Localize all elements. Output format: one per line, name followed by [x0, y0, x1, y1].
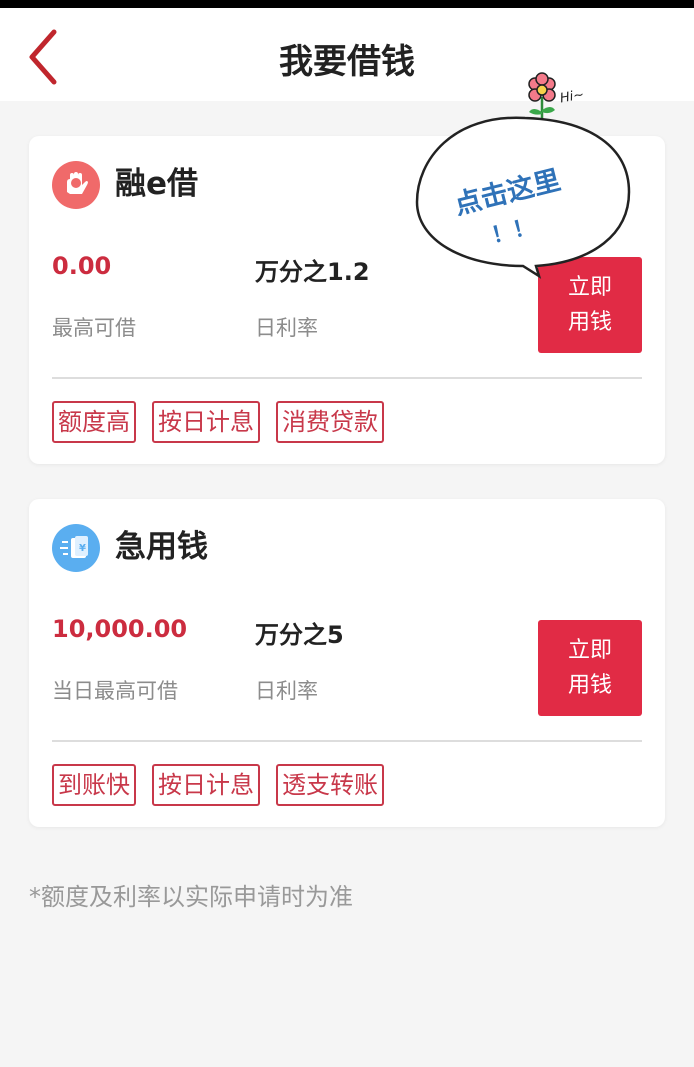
divider — [52, 740, 642, 742]
apply-now-button[interactable]: 立即用钱 — [538, 620, 642, 716]
tag: 额度高 — [52, 401, 136, 443]
max-amount-label: 当日最高可借 — [52, 679, 178, 703]
tag: 消费贷款 — [276, 401, 384, 443]
daily-rate-label: 日利率 — [255, 679, 318, 703]
product-name: 急用钱 — [115, 529, 208, 565]
hand-coin-icon — [52, 161, 100, 209]
tag: 按日计息 — [152, 764, 260, 806]
max-amount-value: 0.00 — [52, 252, 112, 280]
max-amount-label: 最高可借 — [52, 316, 136, 340]
tag: 透支转账 — [276, 764, 384, 806]
tag: 到账快 — [52, 764, 136, 806]
tag: 按日计息 — [152, 401, 260, 443]
money-notes-icon: ¥ — [52, 524, 100, 572]
product-card-jiyongqian: ¥ 急用钱 10,000.00 当日最高可借 万分之5 日利率 立即用钱 到账快… — [29, 499, 665, 827]
daily-rate-label: 日利率 — [255, 316, 318, 340]
speech-bubble-sticker: Hi~ 点击这里 ！！ — [415, 72, 631, 279]
tag-list: 到账快 按日计息 透支转账 — [52, 764, 384, 806]
daily-rate-value: 万分之1.2 — [255, 258, 370, 286]
max-amount-value: 10,000.00 — [52, 615, 188, 643]
disclaimer-note: *额度及利率以实际申请时为准 — [29, 883, 353, 911]
tag-list: 额度高 按日计息 消费贷款 — [52, 401, 384, 443]
product-name: 融e借 — [115, 166, 199, 202]
status-bar — [0, 0, 694, 8]
divider — [52, 377, 642, 379]
flower-icon — [528, 72, 556, 118]
svg-text:¥: ¥ — [79, 543, 86, 554]
hi-label: Hi~ — [559, 87, 586, 106]
daily-rate-value: 万分之5 — [255, 621, 344, 649]
